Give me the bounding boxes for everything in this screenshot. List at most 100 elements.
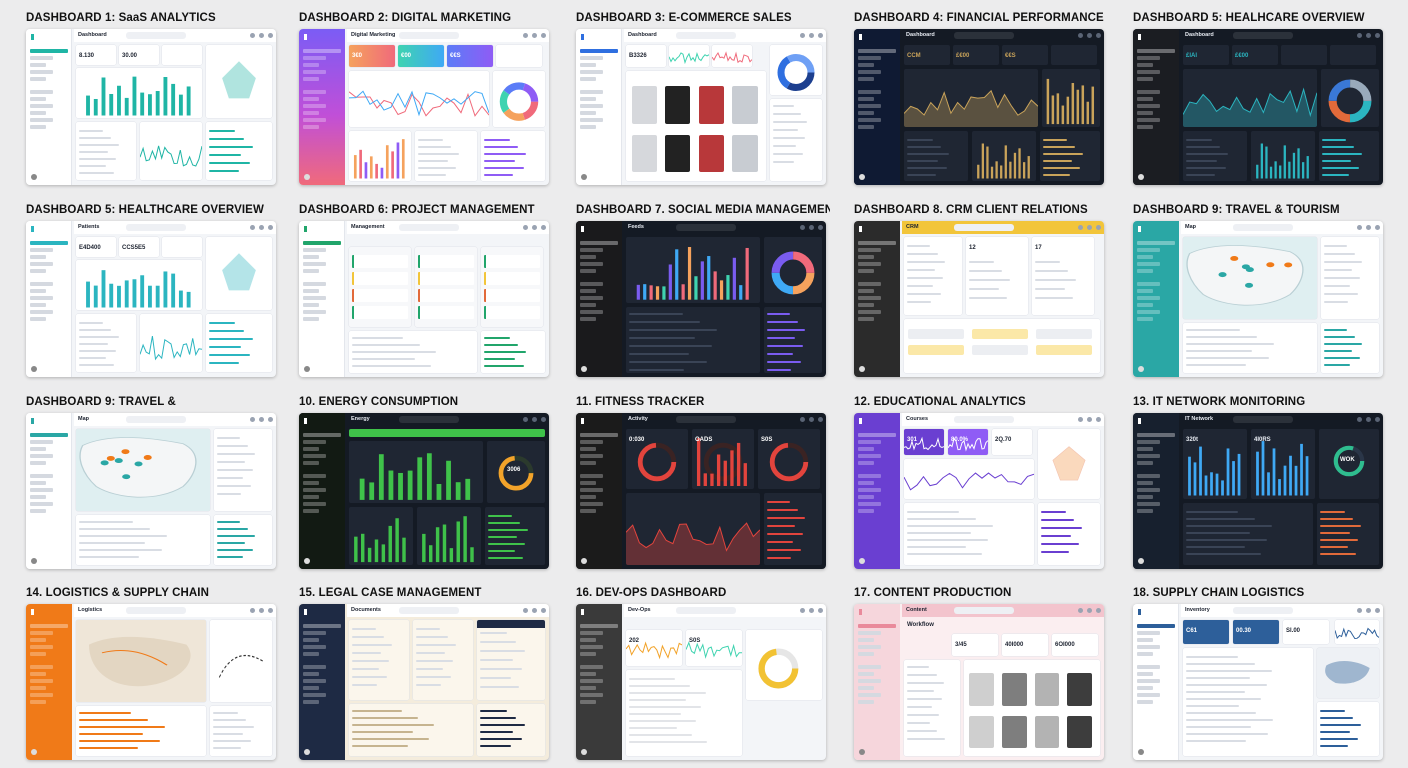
dashboard-preview[interactable]: CRM 12 17 — [854, 221, 1104, 377]
sidebar-item[interactable] — [580, 255, 596, 259]
list-item[interactable] — [969, 297, 1008, 299]
list-item[interactable] — [773, 129, 799, 131]
list-item[interactable] — [1186, 705, 1240, 707]
list-item[interactable] — [488, 543, 526, 545]
sidebar-item[interactable] — [1137, 125, 1153, 129]
sidebar-item[interactable] — [858, 317, 874, 321]
sidebar-item[interactable] — [303, 502, 326, 506]
list-item[interactable] — [79, 740, 160, 742]
sidebar-item[interactable] — [580, 303, 596, 307]
list-item[interactable] — [1186, 740, 1246, 742]
list-item[interactable] — [1186, 336, 1258, 338]
sidebar-item[interactable] — [1137, 97, 1153, 101]
sidebar-item[interactable] — [303, 248, 326, 252]
list-item[interactable] — [217, 535, 256, 537]
search-input[interactable] — [126, 32, 186, 39]
list-item[interactable] — [1186, 357, 1270, 359]
list-item[interactable] — [480, 738, 523, 740]
sidebar-item[interactable] — [303, 289, 319, 293]
sidebar-item[interactable] — [858, 90, 881, 94]
list-item[interactable] — [1186, 146, 1220, 148]
list-item[interactable] — [629, 706, 701, 708]
list-item[interactable] — [1324, 329, 1348, 331]
list-item[interactable] — [352, 660, 390, 662]
sidebar-item[interactable] — [580, 262, 603, 266]
sidebar-item[interactable] — [580, 638, 596, 642]
sidebar-item[interactable] — [30, 433, 68, 437]
settings-icon[interactable] — [532, 608, 537, 613]
sidebar-item[interactable] — [858, 665, 881, 669]
sidebar-item[interactable] — [303, 481, 319, 485]
sidebar-item[interactable] — [303, 672, 319, 676]
list-item[interactable] — [1041, 519, 1074, 521]
avatar[interactable] — [1138, 174, 1144, 180]
search-input[interactable] — [676, 416, 736, 423]
list-item[interactable] — [352, 731, 413, 733]
list-item[interactable] — [217, 477, 244, 479]
list-item[interactable] — [79, 535, 168, 537]
sidebar-item[interactable] — [30, 624, 68, 628]
list-item[interactable] — [767, 361, 801, 363]
avatar[interactable] — [31, 749, 37, 755]
sidebar-item[interactable] — [858, 686, 874, 690]
sidebar-item[interactable] — [30, 672, 46, 676]
search-input[interactable] — [399, 416, 459, 423]
list-item[interactable] — [352, 745, 408, 747]
list-item[interactable] — [767, 369, 791, 371]
avatar[interactable] — [541, 608, 546, 613]
list-item[interactable] — [1320, 745, 1348, 747]
list-item[interactable] — [217, 453, 256, 455]
deal-card[interactable] — [1036, 329, 1092, 339]
list-item[interactable] — [217, 485, 251, 487]
sidebar-item[interactable] — [1137, 282, 1160, 286]
list-item[interactable] — [767, 329, 806, 331]
list-item[interactable] — [352, 351, 437, 353]
task-card[interactable] — [352, 306, 408, 319]
list-item[interactable] — [907, 285, 934, 287]
bell-icon[interactable] — [1357, 608, 1362, 613]
list-item[interactable] — [907, 245, 931, 247]
list-item[interactable] — [1186, 733, 1268, 735]
settings-icon[interactable] — [532, 225, 537, 230]
sidebar-item[interactable] — [30, 289, 46, 293]
list-item[interactable] — [907, 160, 939, 162]
sidebar-item[interactable] — [580, 474, 603, 478]
deal-card[interactable] — [1036, 345, 1092, 355]
search-input[interactable] — [126, 607, 186, 614]
sidebar-item[interactable] — [580, 269, 596, 273]
list-item[interactable] — [79, 528, 151, 530]
list-item[interactable] — [213, 712, 238, 714]
avatar[interactable] — [818, 608, 823, 613]
list-item[interactable] — [629, 720, 697, 722]
avatar[interactable] — [541, 417, 546, 422]
sidebar-item[interactable] — [303, 693, 326, 697]
deal-card[interactable] — [972, 345, 1028, 355]
list-item[interactable] — [484, 365, 524, 367]
sidebar-item[interactable] — [858, 111, 874, 115]
list-item[interactable] — [1041, 511, 1066, 513]
sidebar-item[interactable] — [30, 481, 46, 485]
list-item[interactable] — [416, 636, 448, 638]
dashboard-thumbnail[interactable]: DASHBOARD 1: SaaS ANALYTICS Dashboard 8.13… — [26, 10, 280, 185]
sidebar-item[interactable] — [580, 481, 596, 485]
list-item[interactable] — [1186, 726, 1251, 728]
list-item[interactable] — [217, 493, 241, 495]
sidebar-item[interactable] — [303, 125, 319, 129]
sidebar-item[interactable] — [303, 624, 341, 628]
sidebar-item[interactable] — [580, 296, 603, 300]
settings-icon[interactable] — [1087, 225, 1092, 230]
sidebar-item[interactable] — [858, 652, 874, 656]
sidebar-item[interactable] — [858, 679, 881, 683]
list-item[interactable] — [629, 329, 718, 331]
list-item[interactable] — [1043, 174, 1070, 176]
search-input[interactable] — [676, 224, 736, 231]
sidebar-item[interactable] — [580, 672, 596, 676]
dashboard-thumbnail[interactable]: 18. SUPPLY CHAIN LOGISTICS Inventory C61 00… — [1133, 585, 1387, 760]
list-item[interactable] — [629, 734, 692, 736]
list-item[interactable] — [907, 666, 930, 668]
sidebar-item[interactable] — [30, 317, 46, 321]
dashboard-thumbnail[interactable]: 13. IT NETWORK MONITORING IT Network 320t 4… — [1133, 394, 1387, 569]
list-item[interactable] — [213, 726, 254, 728]
sidebar-item[interactable] — [1137, 70, 1160, 74]
dashboard-preview[interactable]: Energy 3006 — [299, 413, 549, 569]
